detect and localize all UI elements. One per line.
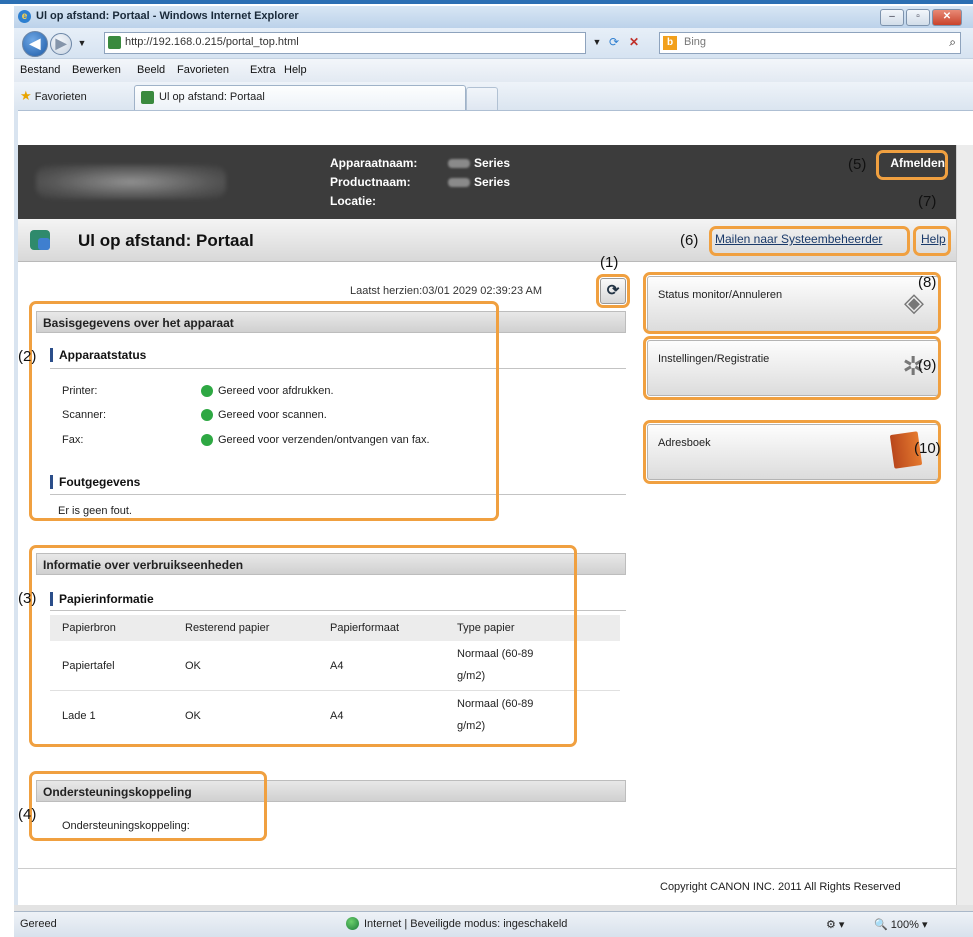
window-title-text: Ul op afstand: Portaal — [36, 10, 150, 22]
callout-box-8 — [643, 272, 941, 334]
minimize-button[interactable]: – — [880, 9, 904, 26]
site-favicon-icon — [108, 36, 121, 49]
search-field[interactable]: b Bing ⌕ — [659, 32, 961, 54]
status-bar: Gereed Internet | Beveiligde modus: inge… — [14, 911, 973, 937]
maximize-button[interactable]: ▫ — [906, 9, 930, 26]
callout-box-6 — [709, 226, 910, 256]
forward-button[interactable]: ▶ — [50, 33, 72, 55]
copyright-text: Copyright CANON INC. 2011 All Rights Res… — [660, 881, 901, 893]
menu-item-extra[interactable]: Extra — [250, 64, 276, 76]
last-revised-text: Laatst herzien:03/01 2029 02:39:23 AM — [350, 285, 543, 297]
page-title: Ul op afstand: Portaal — [78, 231, 254, 250]
new-tab-button[interactable] — [466, 87, 498, 110]
window-title-suffix: - Windows Internet Explorer — [149, 10, 299, 22]
callout-number: (10) — [914, 440, 941, 457]
status-text: Gereed — [20, 918, 57, 930]
callout-number: (2) — [18, 348, 37, 365]
device-name-text: Series — [474, 156, 511, 170]
device-name-label: Apparaatnaam: — [330, 156, 418, 170]
callout-box-1 — [596, 274, 630, 308]
callout-box-3 — [29, 545, 577, 747]
callout-number: (4) — [18, 806, 37, 823]
search-placeholder: Bing — [684, 36, 707, 48]
zoom-level[interactable]: 🔍 100% ▾ — [874, 918, 927, 931]
tab-title: Ul op afstand: Portaal — [159, 91, 265, 103]
url-dropdown-icon[interactable]: ▼ — [589, 34, 605, 50]
back-button[interactable]: ◀ — [22, 31, 48, 57]
redacted-mark — [448, 159, 470, 169]
stop-icon[interactable]: ✕ — [626, 34, 642, 50]
menu-item-bewerken[interactable]: Bewerken — [72, 64, 121, 76]
window-title: Ul op afstand: Portaal - Windows Interne… — [36, 10, 299, 22]
product-name-value: Series — [448, 175, 510, 189]
search-icon[interactable]: ⌕ — [949, 35, 956, 50]
callout-number: (6) — [680, 232, 699, 249]
device-header: Apparaatnaam: Series Productnaam: Series… — [18, 145, 956, 219]
location-label: Locatie: — [330, 194, 377, 208]
product-name-text: Series — [474, 175, 511, 189]
redacted-mark — [448, 178, 470, 188]
menu-item-favorieten[interactable]: Favorieten — [177, 64, 229, 76]
device-name-value: Series — [448, 156, 510, 170]
product-name-label: Productnaam: — [330, 175, 411, 189]
history-dropdown-icon[interactable]: ▼ — [74, 35, 90, 51]
vertical-scrollbar[interactable] — [956, 145, 973, 905]
favorites-button[interactable]: ★ Favorieten — [20, 88, 87, 104]
callout-number: (8) — [918, 274, 937, 291]
internet-globe-icon — [346, 917, 359, 930]
security-zone-text[interactable]: Internet | Beveiligde modus: ingeschakel… — [364, 918, 567, 930]
brand-logo — [36, 165, 226, 199]
favorites-label: Favorieten — [34, 91, 87, 103]
callout-box-4 — [29, 771, 267, 841]
callout-number: (1) — [600, 254, 619, 271]
ie-icon: e — [18, 10, 31, 23]
menu-bar: Bestand Bewerken Beeld Favorieten Extra … — [14, 58, 973, 83]
callout-number: (9) — [918, 357, 937, 374]
url-text: http://192.168.0.215/portal_top.html — [125, 36, 299, 48]
close-button[interactable]: ✕ — [932, 9, 962, 26]
bing-logo-icon: b — [663, 36, 677, 50]
tab-favicon-icon — [141, 91, 154, 104]
callout-number: (7) — [918, 193, 937, 210]
callout-box-10 — [643, 420, 941, 484]
menu-item-beeld[interactable]: Beeld — [137, 64, 165, 76]
browser-tab-active[interactable]: Ul op afstand: Portaal — [134, 85, 466, 110]
callout-box-5 — [876, 150, 948, 180]
callout-box-9 — [643, 336, 941, 400]
footer-divider — [18, 868, 956, 869]
callout-number: (3) — [18, 590, 37, 607]
address-bar: ◀ ▶ ▼ http://192.168.0.215/portal_top.ht… — [14, 28, 973, 58]
menu-item-help[interactable]: Help — [284, 64, 307, 76]
refresh-icon[interactable]: ⟳ — [606, 34, 622, 50]
star-icon: ★ — [20, 88, 32, 103]
menu-item-bestand[interactable]: Bestand — [20, 64, 60, 76]
callout-box-2 — [29, 301, 499, 521]
url-field[interactable]: http://192.168.0.215/portal_top.html — [104, 32, 586, 54]
protected-mode-icon[interactable]: ⚙ ▾ — [826, 918, 844, 931]
callout-box-7 — [913, 226, 951, 256]
zoom-value: 100% — [890, 919, 919, 931]
callout-number: (5) — [848, 156, 867, 173]
top-border — [0, 0, 973, 4]
window-titlebar: e Ul op afstand: Portaal - Windows Inter… — [14, 6, 973, 29]
favorites-bar: ★ Favorieten Ul op afstand: Portaal — [14, 82, 973, 111]
portal-icon — [30, 230, 50, 250]
